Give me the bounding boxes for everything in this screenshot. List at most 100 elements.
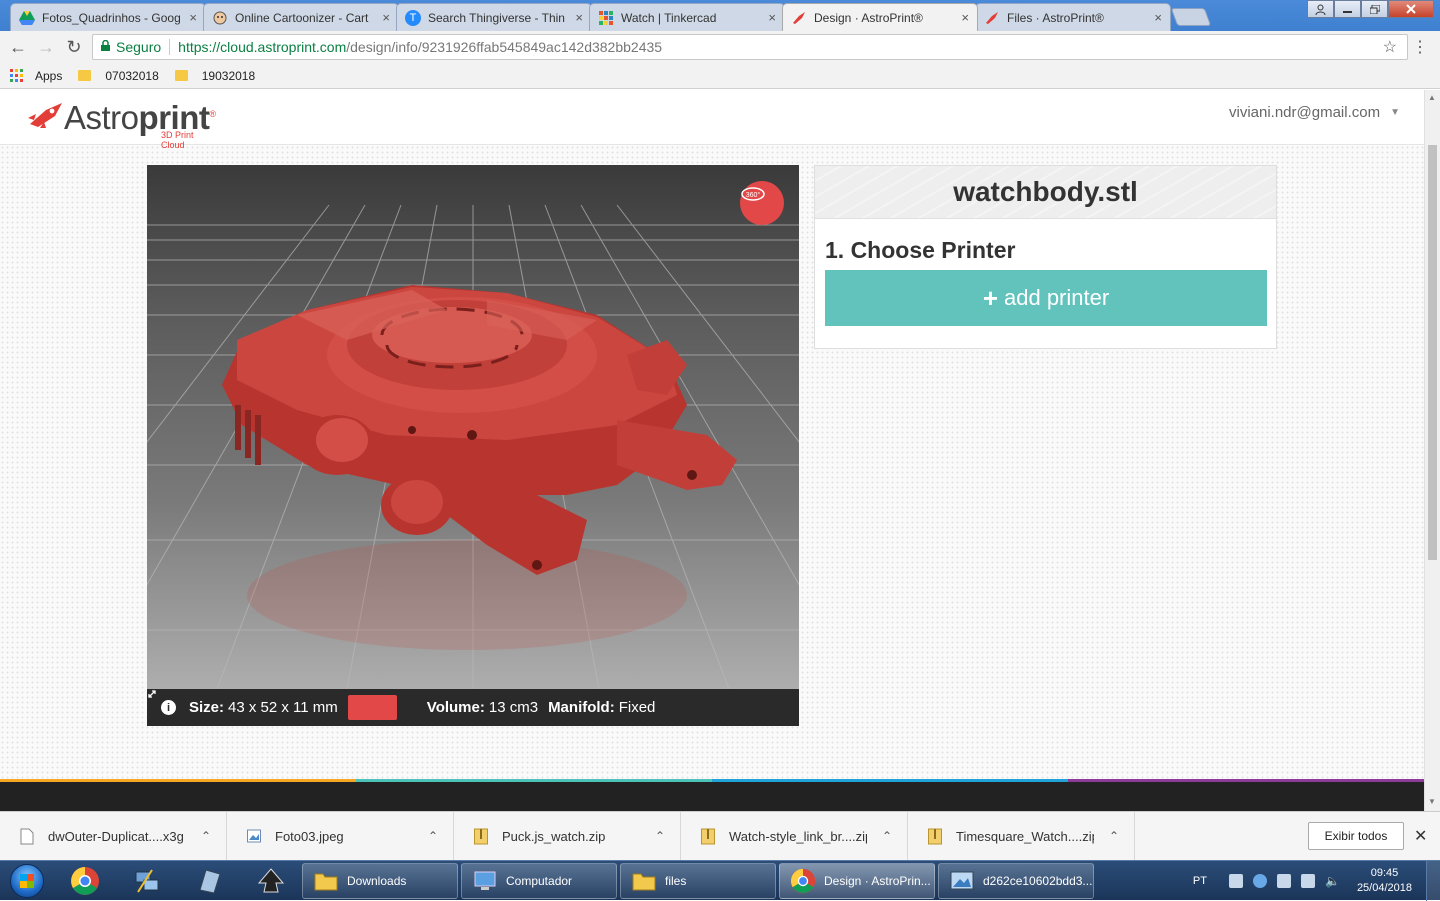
bookmark-label: Apps — [35, 68, 63, 83]
pinned-chrome[interactable] — [54, 861, 116, 901]
info-icon[interactable]: i — [161, 700, 176, 715]
swap-dimensions-button[interactable] — [148, 690, 397, 720]
download-item[interactable]: Foto03.jpeg ⌃ — [227, 811, 454, 861]
download-item[interactable]: Timesquare_Watch....zip ⌃ — [908, 811, 1135, 861]
download-item[interactable]: Puck.js_watch.zip ⌃ — [454, 811, 681, 861]
scroll-down-arrow-icon[interactable]: ▼ — [1428, 797, 1436, 806]
user-menu[interactable]: viviani.ndr@gmail.com ▼ — [1229, 104, 1400, 121]
url-host: https://cloud.astroprint.com — [178, 39, 347, 55]
tab-fotos-quadrinhos[interactable]: Fotos_Quadrinhos - Goog × — [10, 3, 206, 31]
taskbar-computador[interactable]: Computador — [461, 862, 617, 899]
download-item[interactable]: dwOuter-Duplicat....x3g ⌃ — [0, 811, 227, 861]
close-icon[interactable]: × — [961, 10, 969, 25]
chevron-up-icon[interactable]: ⌃ — [186, 829, 226, 843]
google-drive-icon — [19, 10, 35, 26]
url-path: /design/info/9231926ffab545849ac142d382b… — [346, 39, 663, 55]
folder-icon — [174, 70, 188, 81]
windows-logo-icon — [10, 863, 44, 898]
folder-icon — [78, 70, 92, 81]
reload-icon[interactable]: ↻ — [60, 33, 88, 61]
minimize-button[interactable] — [1334, 0, 1361, 18]
close-icon[interactable]: × — [1154, 10, 1162, 25]
rocket-logo-icon — [28, 102, 64, 128]
pinned-notebook-app[interactable] — [178, 861, 240, 901]
download-filename: Timesquare_Watch....zip — [956, 828, 1094, 844]
settings-tray-icon[interactable] — [1276, 874, 1291, 888]
download-filename: Foto03.jpeg — [275, 828, 344, 844]
language-indicator[interactable]: PT — [1193, 875, 1207, 887]
rotate-360-button[interactable]: 360° — [740, 181, 784, 225]
folder-icon — [632, 873, 656, 890]
tab-title: Files · AstroPrint® — [1007, 10, 1104, 25]
pinned-network-app[interactable] — [116, 861, 178, 901]
close-icon[interactable]: × — [768, 10, 776, 25]
bookmark-folder-07032018[interactable]: 07032018 — [78, 69, 159, 83]
clock[interactable]: 09:45 25/04/2018 — [1357, 866, 1412, 896]
download-item[interactable]: Watch-style_link_br....zip ⌃ — [681, 811, 908, 861]
svg-text:360°: 360° — [746, 191, 761, 199]
address-bar[interactable]: Seguro https://cloud.astroprint.com /des… — [92, 34, 1408, 60]
volume-value: 13 cm3 — [488, 699, 539, 716]
keyboard-tray-icon[interactable] — [1228, 874, 1243, 888]
clock-date: 25/04/2018 — [1356, 882, 1412, 894]
tab-files-astroprint[interactable]: Files · AstroPrint® × — [975, 3, 1171, 31]
tab-search-thingiverse[interactable]: T Search Thingiverse - Thin × — [396, 3, 592, 31]
watch-model — [222, 285, 737, 575]
download-filename: Puck.js_watch.zip — [502, 828, 606, 844]
bookmark-star-icon[interactable]: ☆ — [1383, 37, 1397, 57]
close-icon[interactable]: × — [575, 10, 583, 25]
browser-tabstrip: Fotos_Quadrinhos - Goog × Online Cartoon… — [0, 0, 1440, 31]
model-info-bar: i Size: 43 x 52 x 11 mm Volume: 13 cm3 M… — [147, 689, 799, 726]
image-file-icon — [247, 829, 261, 842]
chrome-menu-icon[interactable]: ⋮ — [1412, 37, 1428, 57]
tab-online-cartoonizer[interactable]: Online Cartoonizer - Cart × — [203, 3, 399, 31]
show-all-downloads-button[interactable]: Exibir todos — [1308, 822, 1404, 850]
taskbar-chrome-astroprint[interactable]: Design · AstroPrin... — [779, 862, 935, 899]
network-tray-icon[interactable] — [1300, 874, 1315, 888]
astroprint-logo[interactable]: Astroprint® 3D Print Cloud — [28, 98, 216, 150]
chrome-icon — [790, 868, 816, 893]
add-printer-button[interactable]: + add printer — [825, 270, 1267, 326]
cloud-tray-icon[interactable] — [1252, 874, 1267, 888]
tab-design-astroprint[interactable]: Design · AstroPrint® × — [782, 3, 978, 31]
close-icon[interactable]: × — [189, 10, 197, 25]
page-content: Astroprint® 3D Print Cloud viviani.ndr@g… — [0, 90, 1424, 811]
taskbar-image-viewer[interactable]: d262ce10602bdd3... — [938, 862, 1094, 899]
scrollbar-thumb[interactable] — [1428, 145, 1437, 560]
bookmark-label: 19032018 — [201, 68, 256, 83]
volume-icon[interactable]: 🔈 — [1325, 874, 1340, 888]
file-icon — [20, 828, 34, 844]
bookmark-folder-19032018[interactable]: 19032018 — [174, 68, 256, 83]
chevron-up-icon[interactable]: ⌃ — [413, 829, 453, 843]
zip-file-icon — [701, 828, 715, 844]
model-viewer[interactable]: 360° i Size: 43 x 52 x 11 mm Volume: 13 … — [147, 165, 799, 726]
chevron-up-icon[interactable]: ⌃ — [640, 829, 680, 843]
zip-file-icon — [474, 828, 488, 844]
forward-arrow-icon[interactable]: → — [32, 33, 60, 61]
chevron-up-icon[interactable]: ⌃ — [867, 829, 907, 843]
close-icon[interactable]: × — [382, 10, 390, 25]
window-close-button[interactable] — [1388, 0, 1434, 18]
volume-label: Volume: — [426, 699, 485, 716]
bookmark-apps[interactable]: Apps — [10, 69, 62, 83]
tab-watch-tinkercad[interactable]: Watch | Tinkercad × — [589, 3, 785, 31]
chevron-up-icon[interactable]: ⌃ — [1094, 829, 1134, 843]
tinkercad-icon — [598, 10, 614, 26]
choose-printer-title: 1. Choose Printer — [825, 237, 1016, 263]
show-desktop-button[interactable] — [1426, 861, 1440, 901]
scroll-up-arrow-icon[interactable]: ▲ — [1428, 93, 1436, 102]
start-button[interactable] — [0, 861, 54, 901]
taskbar-downloads[interactable]: Downloads — [302, 862, 458, 899]
inkscape-icon — [257, 867, 285, 892]
restore-button[interactable] — [1361, 0, 1388, 18]
astroprint-rocket-icon — [791, 10, 807, 26]
user-profile-icon[interactable] — [1307, 0, 1334, 18]
pinned-inkscape[interactable] — [240, 861, 302, 901]
back-arrow-icon[interactable]: ← — [4, 33, 32, 61]
taskbar-label: Design · AstroPrin... — [824, 873, 931, 888]
taskbar-files[interactable]: files — [620, 862, 776, 899]
page-scrollbar[interactable]: ▲ ▼ — [1424, 90, 1440, 811]
tab-title: Search Thingiverse - Thin — [428, 10, 565, 25]
close-icon[interactable]: ✕ — [1414, 826, 1427, 846]
new-tab-button[interactable] — [1170, 8, 1212, 26]
